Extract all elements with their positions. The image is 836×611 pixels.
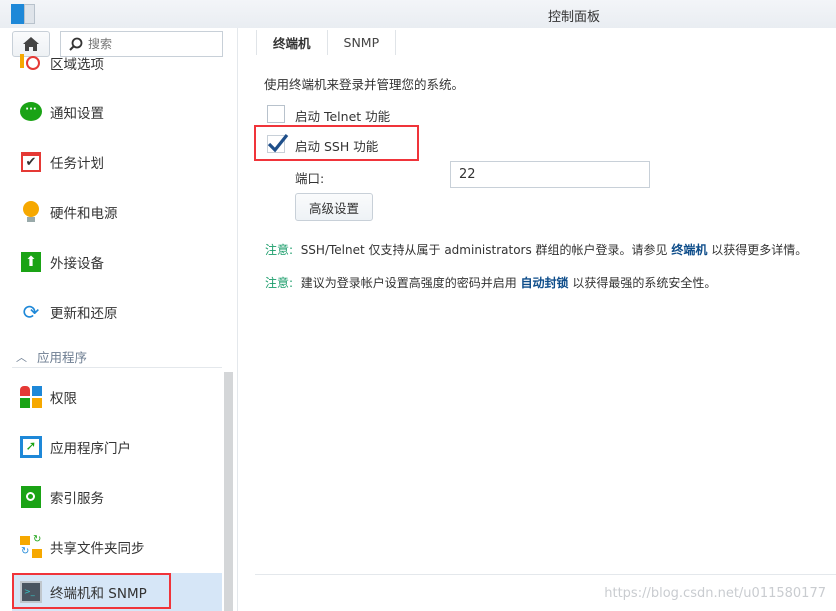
- note-text: 以获得更多详情。: [707, 243, 808, 257]
- note-label: 注意:: [265, 276, 294, 290]
- note-label: 注意:: [265, 243, 294, 257]
- calendar-check-icon: ✔: [20, 151, 42, 173]
- sidebar-item-label: 通知设置: [50, 106, 104, 122]
- divider: [255, 574, 836, 575]
- sidebar-item-label: 更新和还原: [50, 306, 118, 322]
- section-label: 应用程序: [37, 350, 88, 365]
- sidebar-item-permissions[interactable]: 权限: [12, 378, 222, 416]
- sidebar-item-update-restore[interactable]: ⟳ 更新和还原: [12, 293, 222, 331]
- sidebar-item-label: 索引服务: [50, 491, 104, 507]
- port-label: 端口:: [295, 171, 325, 186]
- tab-terminal[interactable]: 终端机: [256, 30, 327, 55]
- region-clock-icon: [20, 52, 42, 74]
- sidebar-item-notification[interactable]: ··· 通知设置: [12, 93, 222, 131]
- sidebar-item-task-scheduler[interactable]: ✔ 任务计划: [12, 143, 222, 181]
- sidebar-item-index-service[interactable]: 索引服务: [12, 478, 222, 516]
- port-input[interactable]: 22: [450, 161, 650, 188]
- index-search-icon: [20, 486, 42, 508]
- chevron-up-icon: ︿: [16, 350, 27, 364]
- sidebar-item-label: 权限: [50, 391, 77, 407]
- title-bar: 控制面板: [0, 0, 836, 28]
- description: 使用终端机来登录并管理您的系统。: [264, 77, 465, 92]
- sidebar-item-hardware-power[interactable]: 硬件和电源: [12, 193, 222, 231]
- folder-sync-icon: ↻ ↻: [20, 534, 42, 558]
- refresh-icon: ⟳: [22, 300, 40, 324]
- sidebar-item-external-devices[interactable]: ⬆ 外接设备: [12, 243, 222, 281]
- terminal-link[interactable]: 终端机: [671, 243, 707, 257]
- window-title: 控制面板: [547, 10, 600, 25]
- note-text: 建议为登录帐户设置高强度的密码并启用: [300, 276, 521, 290]
- sidebar-item-label: 区域选项: [50, 57, 104, 73]
- sidebar-item-app-portal[interactable]: ➚ 应用程序门户: [12, 428, 222, 466]
- sidebar-item-label: 应用程序门户: [50, 441, 131, 457]
- highlight-box: [12, 573, 171, 609]
- note-security: 注意: 建议为登录帐户设置高强度的密码并启用 自动封锁 以获得最强的系统安全性。: [265, 274, 716, 291]
- sidebar-item-region[interactable]: 区域选项: [12, 44, 222, 82]
- telnet-label[interactable]: 启动 Telnet 功能: [295, 106, 390, 125]
- upload-device-icon: ⬆: [20, 251, 42, 273]
- main-panel: 终端机 SNMP 使用终端机来登录并管理您的系统。 启动 Telnet 功能 启…: [239, 28, 836, 611]
- sidebar-item-label: 任务计划: [50, 156, 104, 172]
- note-text: 以获得最强的系统安全性。: [568, 276, 717, 290]
- sidebar-item-folder-sync[interactable]: ↻ ↻ 共享文件夹同步: [12, 528, 222, 566]
- sidebar-scrollbar[interactable]: [224, 372, 233, 611]
- app-portal-icon: ➚: [20, 436, 42, 458]
- watermark: https://blog.csdn.net/u011580177: [604, 586, 826, 601]
- permissions-icon: [20, 386, 42, 408]
- telnet-checkbox[interactable]: [267, 105, 285, 123]
- sidebar-item-label: 硬件和电源: [50, 206, 118, 222]
- sidebar-item-label: 共享文件夹同步: [50, 541, 145, 557]
- section-applications[interactable]: ︿ 应用程序: [12, 346, 222, 368]
- lightbulb-icon: [20, 201, 42, 223]
- tab-bar: 终端机 SNMP: [256, 30, 397, 55]
- sidebar: 区域选项 ··· 通知设置 ✔ 任务计划 硬件和电源 ⬆ 外接设备 ⟳ 更新和还…: [0, 28, 238, 611]
- tab-snmp[interactable]: SNMP: [326, 30, 397, 55]
- chat-bubble-icon: ···: [20, 101, 42, 123]
- highlight-box: [254, 125, 419, 161]
- port-value: 22: [459, 167, 476, 182]
- auto-block-link[interactable]: 自动封锁: [521, 276, 569, 290]
- note-text: SSH/Telnet 仅支持从属于 administrators 群组的帐户登录…: [300, 243, 672, 257]
- advanced-settings-button[interactable]: 高级设置: [295, 193, 373, 221]
- sidebar-item-label: 外接设备: [50, 256, 104, 272]
- note-admin: 注意: SSH/Telnet 仅支持从属于 administrators 群组的…: [265, 241, 807, 258]
